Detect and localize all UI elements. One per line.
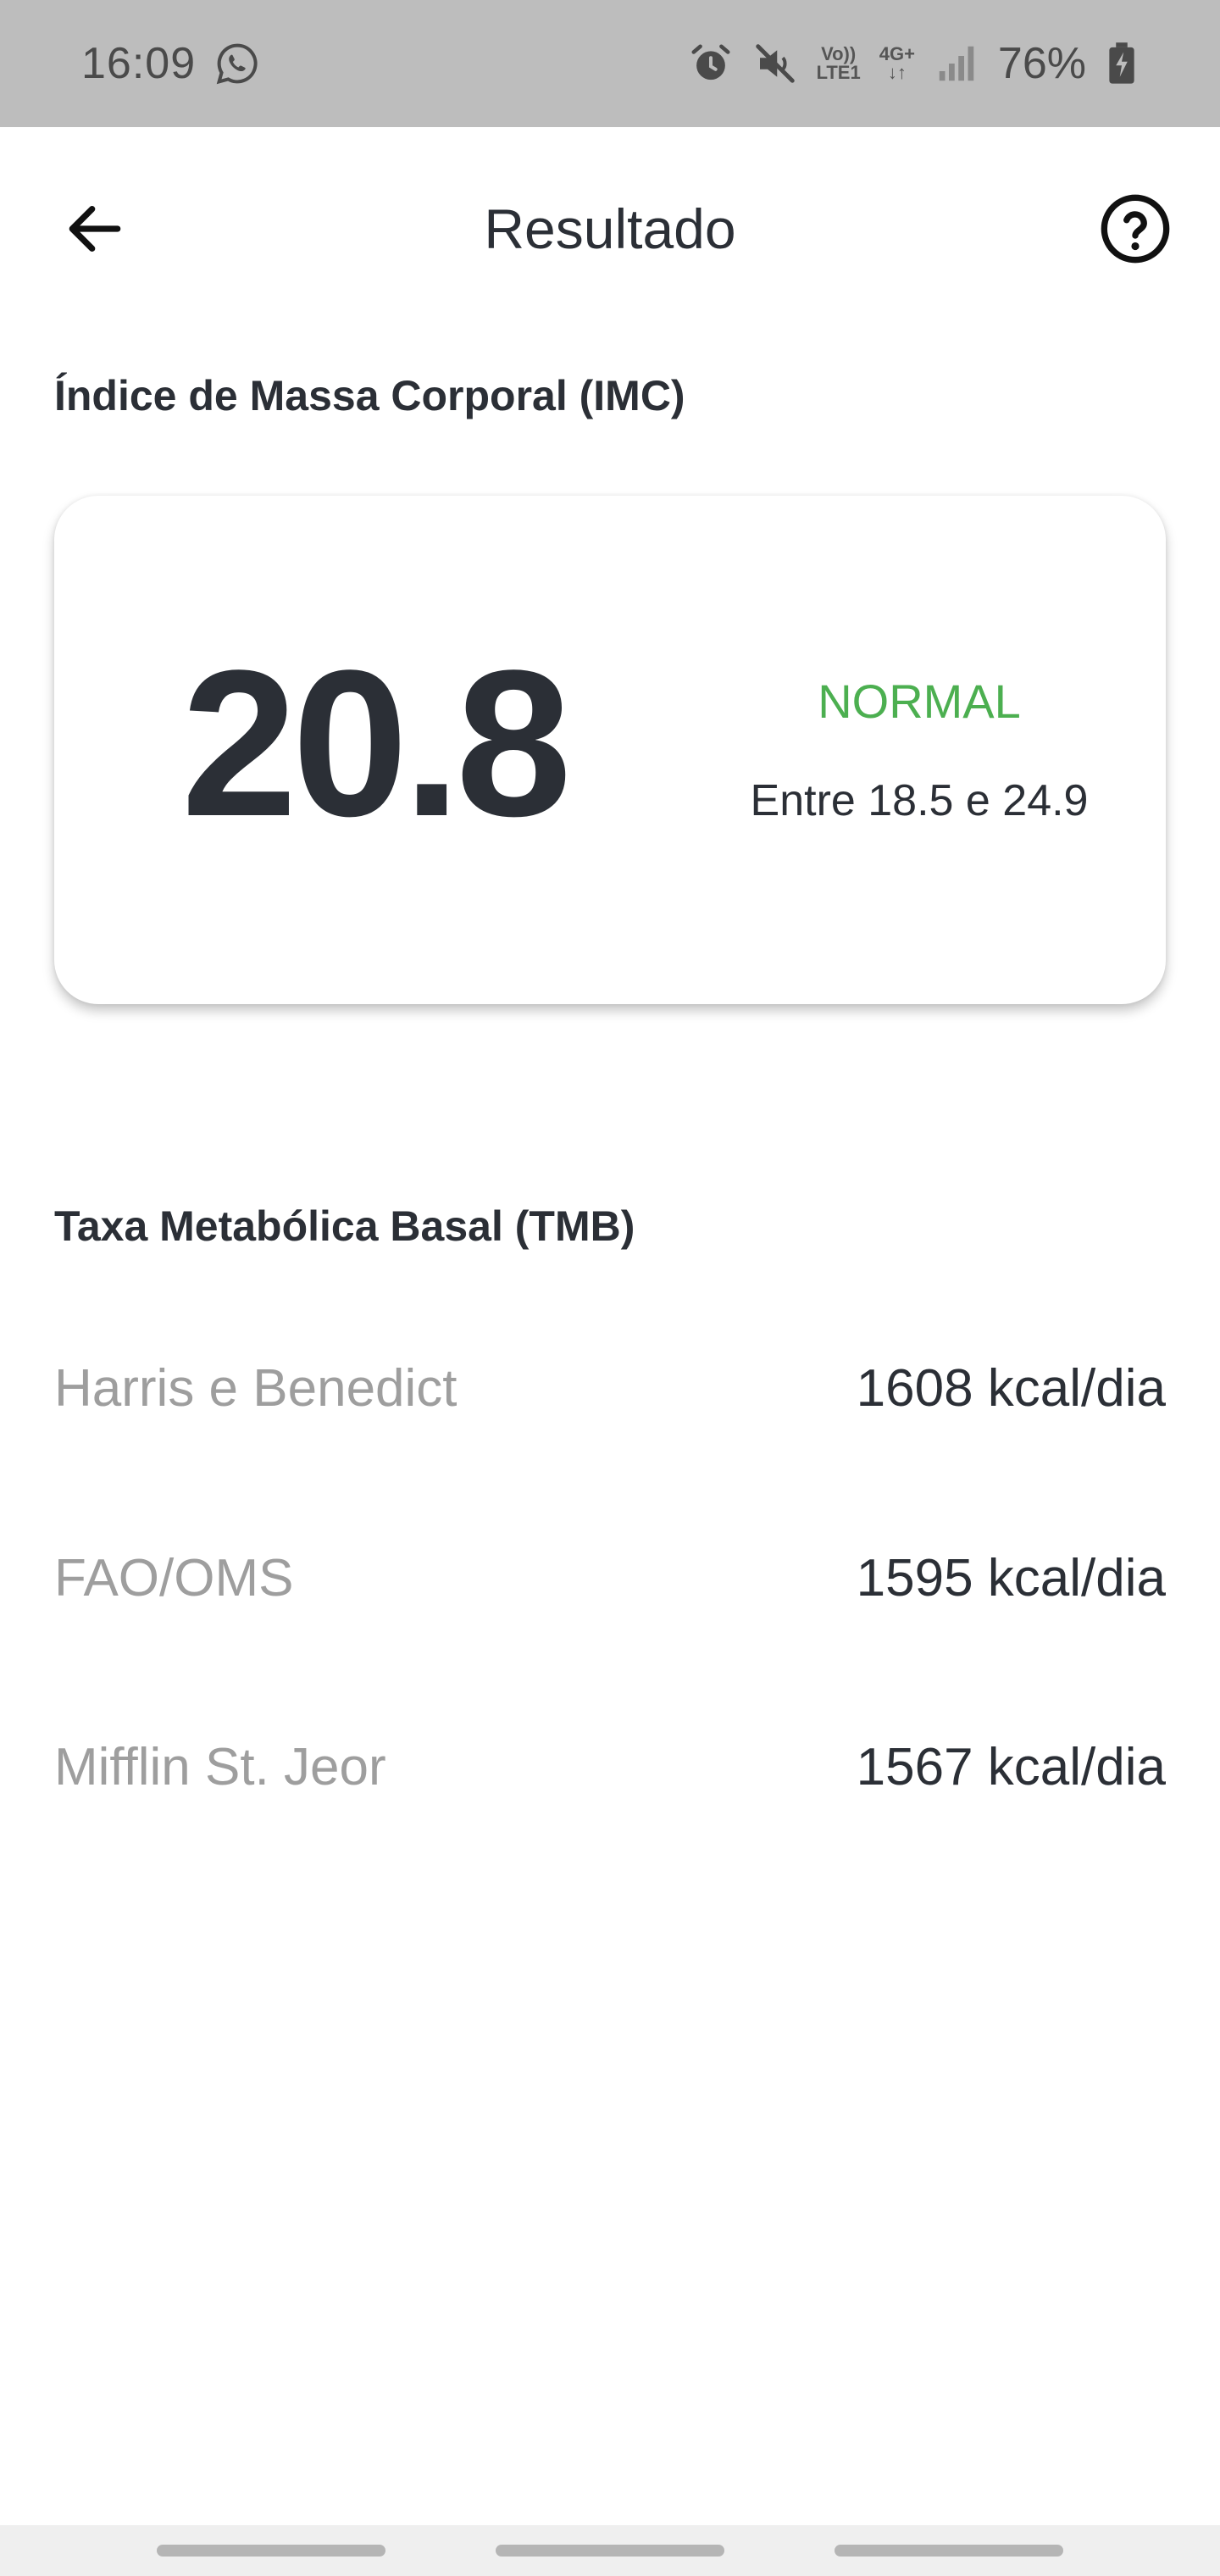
alarm-icon [688, 41, 734, 86]
imc-range-label: Entre 18.5 e 24.9 [750, 776, 1089, 825]
tmb-row-fao-oms: FAO/OMS 1595 kcal/dia [54, 1531, 1166, 1624]
data-arrows-icon: ↓↑ [887, 62, 907, 83]
nav-recents-button[interactable] [157, 2545, 385, 2557]
imc-card: 20.8 NORMAL Entre 18.5 e 24.9 [54, 496, 1166, 1004]
whatsapp-icon [214, 41, 260, 86]
tmb-value: 1608 kcal/dia [856, 1358, 1166, 1418]
imc-status-label: NORMAL [818, 675, 1021, 728]
tmb-row-harris-benedict: Harris e Benedict 1608 kcal/dia [54, 1341, 1166, 1435]
help-icon [1101, 194, 1170, 264]
tmb-method-label: Mifflin St. Jeor [54, 1737, 386, 1796]
status-bar: 16:09 Vo)) LTE1 4G+ ↓↑ 76% [0, 0, 1220, 127]
status-time: 16:09 [81, 39, 197, 88]
tmb-method-label: FAO/OMS [54, 1548, 294, 1607]
imc-section-title: Índice de Massa Corporal (IMC) [54, 372, 685, 419]
tmb-section-title: Taxa Metabólica Basal (TMB) [54, 1202, 635, 1250]
signal-icon [934, 41, 979, 86]
status-right: Vo)) LTE1 4G+ ↓↑ 76% [688, 38, 1139, 89]
tmb-row-mifflin-st-jeor: Mifflin St. Jeor 1567 kcal/dia [54, 1720, 1166, 1813]
help-button[interactable] [1091, 185, 1179, 273]
volte-bottom: LTE1 [816, 62, 861, 83]
page-title: Resultado [484, 197, 736, 260]
mute-icon [752, 41, 798, 86]
tmb-method-label: Harris e Benedict [54, 1358, 458, 1418]
volte-indicator: Vo)) LTE1 [817, 45, 861, 82]
navigation-bar [0, 2525, 1220, 2576]
imc-value: 20.8 [181, 627, 572, 860]
nav-home-button[interactable] [496, 2545, 724, 2557]
network-indicator: 4G+ ↓↑ [879, 45, 915, 82]
battery-charging-icon [1105, 41, 1139, 86]
tmb-value: 1567 kcal/dia [856, 1737, 1166, 1796]
battery-percent: 76% [997, 39, 1086, 88]
app-bar: Resultado [0, 127, 1220, 319]
status-left: 16:09 [81, 38, 260, 89]
nav-back-button[interactable] [835, 2545, 1063, 2557]
tmb-value: 1595 kcal/dia [856, 1548, 1166, 1607]
